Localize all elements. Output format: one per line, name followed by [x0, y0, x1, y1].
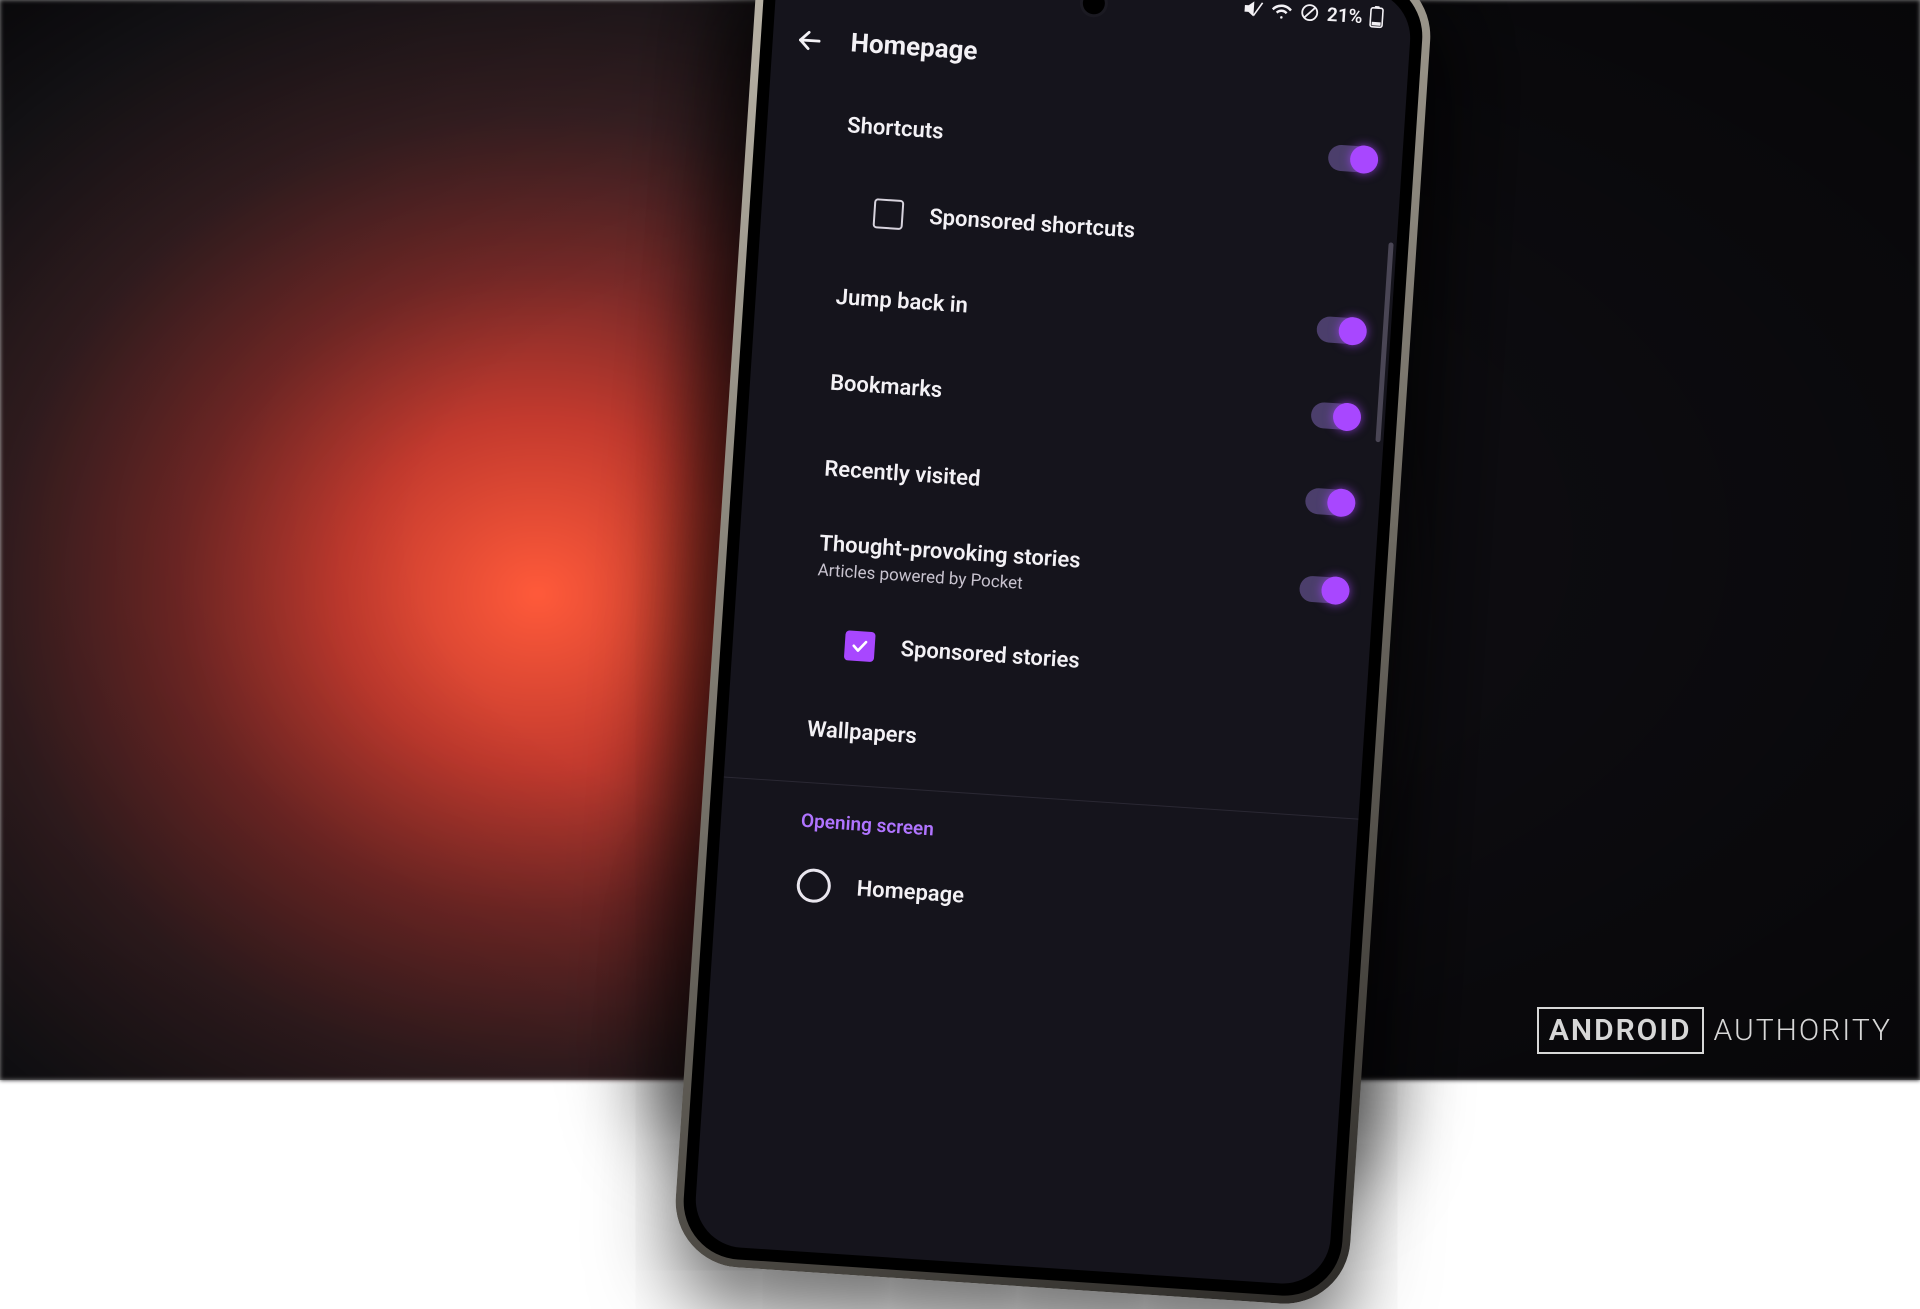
settings-list[interactable]: Shortcuts Sponsored shortcuts Jump back …	[714, 73, 1405, 964]
toggle-stories[interactable]	[1299, 575, 1349, 604]
watermark-brand: ANDROID	[1537, 1007, 1704, 1054]
phone-screen: 2:14 21%	[693, 0, 1413, 1287]
row-label: Recently visited	[824, 456, 982, 491]
row-label: Wallpapers	[806, 716, 917, 748]
arrow-left-icon	[795, 26, 825, 56]
row-label: Shortcuts	[846, 113, 944, 144]
row-label: Sponsored shortcuts	[929, 204, 1136, 243]
back-button[interactable]	[794, 25, 826, 57]
phone-bezel: 2:14 21%	[680, 0, 1426, 1299]
toggle-jump-back-in[interactable]	[1316, 316, 1366, 345]
battery-icon	[1369, 6, 1384, 29]
row-label: Sponsored stories	[900, 636, 1081, 673]
watermark: ANDROID AUTHORITY	[1537, 1007, 1892, 1054]
battery-percent: 21%	[1326, 2, 1363, 27]
checkbox-sponsored-stories[interactable]	[844, 630, 876, 662]
toggle-recently-visited[interactable]	[1305, 487, 1355, 516]
do-not-disturb-icon	[1299, 2, 1320, 23]
check-icon	[850, 637, 869, 656]
page-title: Homepage	[850, 28, 979, 66]
toggle-shortcuts[interactable]	[1327, 144, 1377, 173]
wifi-icon	[1270, 0, 1293, 21]
radio-homepage[interactable]	[796, 868, 832, 904]
mute-icon	[1243, 0, 1264, 20]
toggle-bookmarks[interactable]	[1310, 402, 1360, 431]
watermark-word: AUTHORITY	[1714, 1013, 1892, 1048]
phone-frame: 2:14 21%	[671, 0, 1434, 1308]
checkbox-sponsored-shortcuts[interactable]	[872, 198, 904, 230]
row-label: Homepage	[856, 876, 965, 908]
row-label: Jump back in	[835, 284, 969, 318]
phone-stage: 2:14 21%	[671, 0, 1434, 1308]
row-label: Bookmarks	[829, 370, 943, 402]
